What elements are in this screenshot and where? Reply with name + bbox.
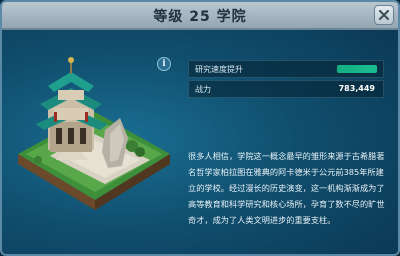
research-speed-bar xyxy=(337,65,377,73)
info-icon: i xyxy=(162,59,166,69)
stat-label: 战力 xyxy=(195,85,211,94)
academy-building-icon xyxy=(18,57,170,210)
title-bar: 等级 25 学院 xyxy=(2,2,398,30)
stat-row-research-speed: 研究速度提升 xyxy=(188,60,384,78)
building-info-panel: 等级 25 学院 i 研究速度提升 战力 783,449 很多人相信，学院这一概… xyxy=(0,0,400,256)
info-button[interactable]: i xyxy=(157,57,171,71)
stat-row-power: 战力 783,449 xyxy=(188,80,384,98)
close-button[interactable] xyxy=(374,5,394,25)
stat-label: 研究速度提升 xyxy=(195,65,243,74)
stats-panel: 研究速度提升 战力 783,449 xyxy=(188,60,384,98)
close-icon xyxy=(378,9,390,21)
building-description: 很多人相信，学院这一概念最早的雏形来源于古希腊著名哲学家柏拉图在雅典的阿卡德米于… xyxy=(188,151,385,225)
stat-value: 783,449 xyxy=(338,84,375,93)
panel-title: 等级 25 学院 xyxy=(153,9,247,25)
